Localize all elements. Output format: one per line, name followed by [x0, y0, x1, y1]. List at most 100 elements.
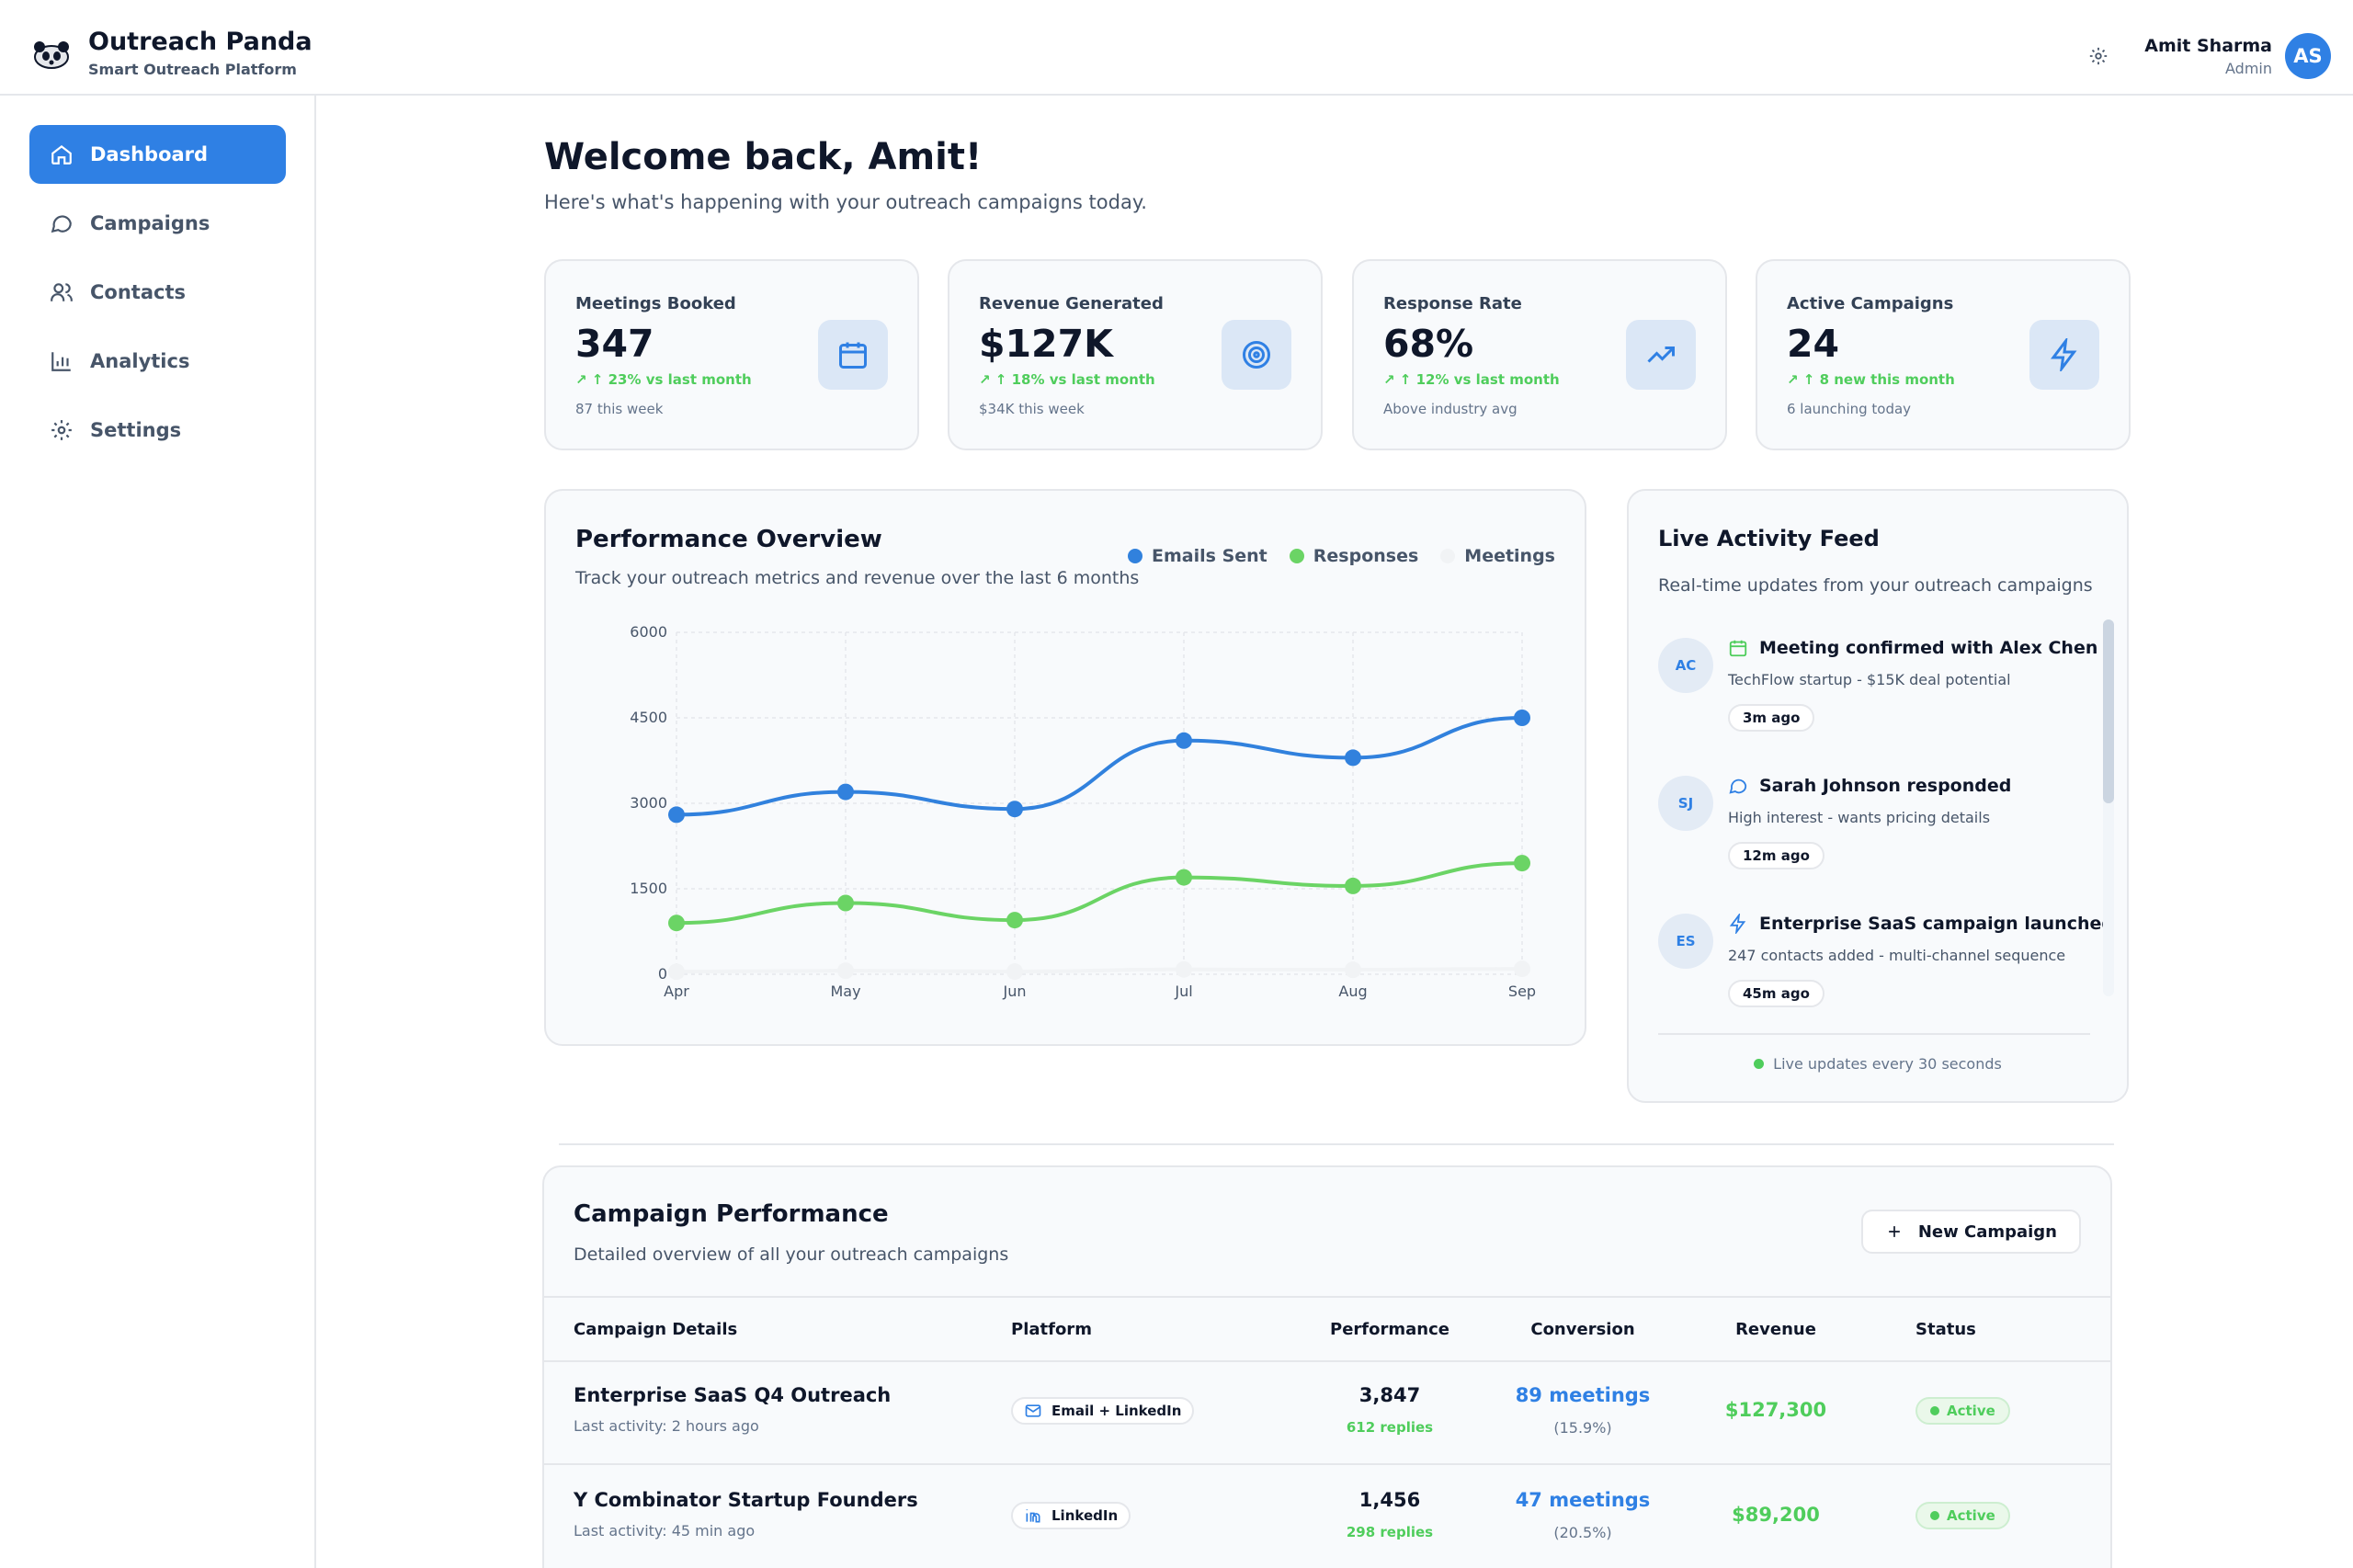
- sidebar: Dashboard Campaigns Contacts Analytics S…: [0, 96, 316, 1568]
- brand-title: Outreach Panda: [88, 28, 313, 56]
- feed-title: Live Activity Feed: [1658, 526, 1880, 551]
- data-point: [1006, 912, 1023, 929]
- table-row[interactable]: Y Combinator Startup Founders Last activ…: [544, 1467, 2110, 1568]
- gear-icon: [2090, 47, 2108, 65]
- scrollbar-thumb[interactable]: [2103, 619, 2114, 803]
- column-header[interactable]: Platform: [1011, 1320, 1092, 1339]
- data-point: [1006, 963, 1023, 981]
- meetings-count[interactable]: 47 meetings: [1500, 1489, 1665, 1511]
- feed-item-title: Enterprise SaaS campaign launched: [1759, 914, 2114, 934]
- gear-icon: [51, 420, 72, 440]
- feed-item-time: 45m ago: [1728, 980, 1824, 1007]
- revenue-value: $89,200: [1732, 1504, 1820, 1526]
- column-header[interactable]: Conversion: [1500, 1320, 1665, 1339]
- x-tick-label: Apr: [664, 983, 689, 1000]
- stat-icon-box: [2029, 320, 2099, 390]
- data-point: [1176, 869, 1192, 886]
- feed-item[interactable]: AC Meeting confirmed with Alex Chen Tech…: [1658, 631, 2097, 741]
- divider: [1658, 1033, 2090, 1035]
- data-point: [668, 915, 685, 932]
- feed-item-title: Sarah Johnson responded: [1759, 776, 2012, 796]
- stat-value: 68%: [1383, 322, 1474, 366]
- series-line-meetings: [676, 967, 1523, 974]
- sidebar-item-campaigns[interactable]: Campaigns: [29, 194, 286, 253]
- mail-icon: [1025, 1404, 1041, 1417]
- user-name: Amit Sharma: [2144, 35, 2272, 56]
- stat-card-meetings: Meetings Booked 347 ↗ ↑ 23% vs last mont…: [544, 259, 919, 450]
- target-icon: [1243, 341, 1270, 369]
- stat-trend: ↗ ↑ 23% vs last month: [575, 371, 752, 388]
- column-header[interactable]: Status: [1915, 1320, 1976, 1339]
- campaign-activity: Last activity: 45 min ago: [574, 1522, 756, 1540]
- live-status: Live updates every 30 seconds: [1629, 1055, 2127, 1073]
- feed-item-time: 12m ago: [1728, 842, 1824, 869]
- sidebar-item-settings[interactable]: Settings: [29, 401, 286, 460]
- stat-card-revenue: Revenue Generated $127K ↗ ↑ 18% vs last …: [948, 259, 1323, 450]
- platform-label: LinkedIn: [1051, 1507, 1119, 1524]
- line-chart: 0 1500 3000 4500 6000 Apr May Jun Jul Aug Sep: [630, 623, 1536, 1000]
- feed-scrollbar[interactable]: [2103, 619, 2114, 996]
- platform-badge: Email + LinkedIn: [1011, 1397, 1195, 1425]
- avatar[interactable]: AS: [2285, 33, 2331, 79]
- brand[interactable]: Outreach Panda Smart Outreach Platform: [29, 28, 313, 78]
- sidebar-item-analytics[interactable]: Analytics: [29, 332, 286, 391]
- status-dot: [1930, 1406, 1939, 1415]
- users-icon: [51, 283, 73, 301]
- y-tick-label: 4500: [630, 709, 667, 726]
- x-tick-label: Sep: [1508, 983, 1536, 1000]
- data-point: [1006, 801, 1023, 818]
- feed-item[interactable]: SJ Sarah Johnson responded High interest…: [1658, 768, 2090, 879]
- bar-chart-icon: [51, 352, 71, 371]
- sidebar-item-label: Analytics: [90, 350, 190, 372]
- x-tick-label: Aug: [1338, 983, 1367, 1000]
- lightning-icon: [1729, 914, 1746, 934]
- brand-subtitle: Smart Outreach Platform: [88, 61, 297, 78]
- trending-up-icon: [1647, 347, 1675, 363]
- stat-note: 87 this week: [575, 401, 664, 417]
- user-info[interactable]: Amit Sharma Admin: [2144, 36, 2272, 77]
- section-title: Campaign Performance: [574, 1200, 889, 1228]
- live-dot: [1754, 1059, 1765, 1069]
- column-header[interactable]: Campaign Details: [574, 1320, 737, 1339]
- stat-label: Revenue Generated: [979, 294, 1164, 313]
- settings-button[interactable]: [2080, 38, 2117, 74]
- emails-sent: 1,456: [1358, 1489, 1421, 1511]
- data-point: [1514, 855, 1530, 872]
- panda-logo-icon: [34, 40, 69, 69]
- feed-item-desc: TechFlow startup - $15K deal potential: [1728, 671, 2011, 688]
- data-point: [1514, 960, 1530, 978]
- button-label: New Campaign: [1917, 1221, 2057, 1242]
- conversion-rate: (20.5%): [1553, 1524, 1612, 1541]
- sidebar-item-label: Dashboard: [90, 143, 209, 165]
- feed-subtitle: Real-time updates from your outreach cam…: [1658, 575, 2093, 596]
- sidebar-item-dashboard[interactable]: Dashboard: [29, 125, 286, 184]
- stat-label: Response Rate: [1383, 294, 1522, 313]
- table-row[interactable]: Enterprise SaaS Q4 Outreach Last activit…: [544, 1362, 2110, 1465]
- conversion-rate: (15.9%): [1553, 1419, 1612, 1437]
- platform-badge: LinkedIn: [1011, 1502, 1131, 1529]
- campaign-name[interactable]: Y Combinator Startup Founders: [574, 1489, 918, 1511]
- status-dot: [1930, 1511, 1939, 1520]
- data-point: [837, 962, 854, 980]
- campaign-name[interactable]: Enterprise SaaS Q4 Outreach: [574, 1384, 891, 1406]
- campaign-activity: Last activity: 2 hours ago: [574, 1417, 759, 1435]
- calendar-icon: [1729, 640, 1747, 657]
- column-header[interactable]: Performance: [1316, 1320, 1463, 1339]
- section-subtitle: Detailed overview of all your outreach c…: [574, 1244, 1009, 1265]
- plus-icon: [1888, 1226, 1900, 1237]
- stat-icon-box: [1222, 320, 1291, 390]
- x-tick-label: Jul: [1174, 983, 1192, 1000]
- stat-label: Meetings Booked: [575, 294, 736, 313]
- home-icon: [51, 144, 72, 165]
- column-header[interactable]: Revenue: [1702, 1320, 1849, 1339]
- y-tick-label: 0: [658, 965, 667, 983]
- new-campaign-button[interactable]: New Campaign: [1860, 1210, 2081, 1254]
- sidebar-item-contacts[interactable]: Contacts: [29, 263, 286, 322]
- data-point: [1514, 710, 1530, 726]
- y-tick-label: 6000: [630, 623, 667, 641]
- data-point: [668, 963, 685, 981]
- feed-item[interactable]: ES Enterprise SaaS campaign launched 247…: [1658, 906, 2114, 1017]
- data-point: [668, 806, 685, 824]
- meetings-count[interactable]: 89 meetings: [1500, 1384, 1665, 1406]
- feed-item-title: Meeting confirmed with Alex Chen: [1759, 638, 2098, 658]
